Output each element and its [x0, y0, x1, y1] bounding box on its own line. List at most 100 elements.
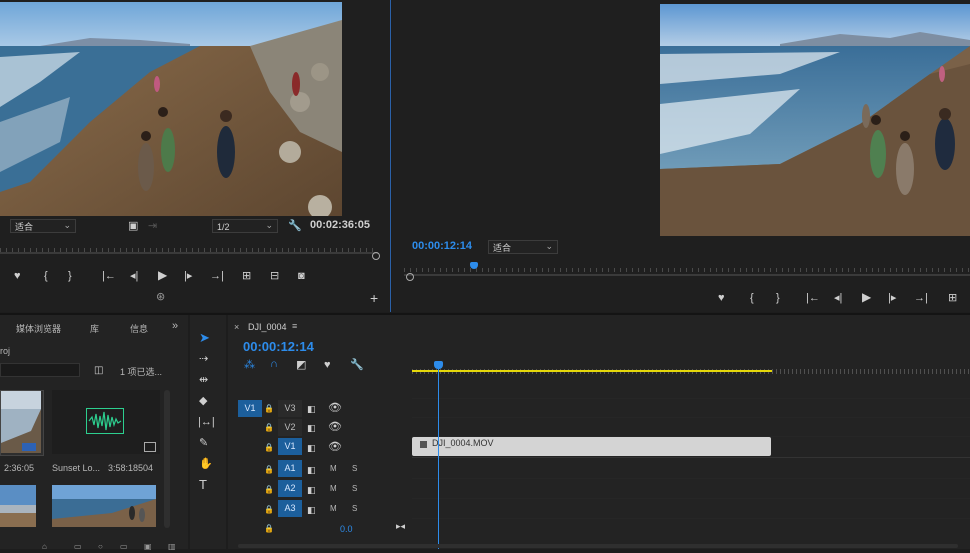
- program-fit-select[interactable]: 适合: [488, 239, 558, 254]
- new-bin-icon[interactable]: ▭: [74, 541, 82, 553]
- lock-icon[interactable]: 🔒: [264, 484, 274, 496]
- solo-button[interactable]: S: [352, 464, 357, 473]
- eye-icon[interactable]: 👁: [328, 441, 342, 453]
- sequence-tab[interactable]: DJI_0004: [248, 322, 287, 332]
- sync-lock-icon[interactable]: ◧: [307, 504, 316, 516]
- find-icon[interactable]: ◫: [94, 365, 103, 377]
- track-target-a2[interactable]: A2: [278, 480, 302, 497]
- new-item-icon[interactable]: ▣: [144, 541, 152, 553]
- mark-in-icon[interactable]: {: [44, 270, 48, 282]
- master-volume-value[interactable]: 0.0: [340, 524, 353, 534]
- lock-icon[interactable]: 🔒: [264, 422, 274, 434]
- program-step-forward-icon[interactable]: |▸: [888, 292, 896, 304]
- source-fit-select[interactable]: 适合: [10, 218, 76, 233]
- program-marker-icon[interactable]: ♥: [718, 292, 725, 304]
- project-item-name[interactable]: Sunset Lo...: [52, 463, 100, 473]
- work-area-bar[interactable]: [412, 370, 772, 372]
- search-input[interactable]: [0, 363, 80, 377]
- sync-lock-icon[interactable]: ◧: [307, 403, 316, 415]
- program-time-ruler[interactable]: [404, 262, 970, 274]
- program-mark-in-icon[interactable]: {: [750, 292, 754, 304]
- mute-button[interactable]: M: [330, 464, 337, 473]
- tab-info[interactable]: 信息: [130, 322, 148, 335]
- project-item-audio-thumb[interactable]: [52, 390, 160, 454]
- sync-lock-icon[interactable]: ◧: [307, 422, 316, 434]
- sequence-menu-icon[interactable]: ≡: [292, 321, 297, 331]
- folder-icon[interactable]: ▭: [120, 541, 128, 553]
- ripple-edit-tool-icon[interactable]: ⇹: [199, 374, 208, 386]
- sync-lock-icon[interactable]: ◧: [307, 464, 316, 476]
- linked-selection-icon[interactable]: ∩: [270, 358, 278, 370]
- project-thumbnail-3[interactable]: [0, 485, 36, 527]
- program-mark-out-icon[interactable]: }: [776, 292, 780, 304]
- step-back-icon[interactable]: ◂|: [130, 270, 138, 282]
- sync-lock-icon[interactable]: ◧: [307, 442, 316, 454]
- selection-tool-icon[interactable]: ➤: [199, 331, 210, 344]
- source-resolution-select[interactable]: 1/2: [212, 218, 278, 233]
- master-lock-icon[interactable]: 🔒: [264, 523, 274, 535]
- marker-icon[interactable]: ♥: [14, 270, 21, 282]
- track-select-tool-icon[interactable]: ⇢: [199, 353, 208, 365]
- mark-out-icon[interactable]: }: [68, 270, 72, 282]
- list-view-icon[interactable]: ⌂: [42, 541, 47, 553]
- snap-icon[interactable]: ⁂: [244, 359, 255, 371]
- lock-icon[interactable]: 🔒: [264, 442, 274, 454]
- timeline-marker-icon[interactable]: ♥: [324, 359, 331, 371]
- source-patch-v1[interactable]: V1: [238, 400, 262, 417]
- tab-media-browser[interactable]: 媒体浏览器: [16, 322, 61, 335]
- play-icon[interactable]: ▶: [158, 269, 167, 281]
- source-end-handle[interactable]: [372, 252, 380, 260]
- track-target-a1[interactable]: A1: [278, 460, 302, 477]
- solo-button[interactable]: S: [352, 484, 357, 493]
- overwrite-clip-icon[interactable]: ⊟: [270, 270, 279, 282]
- slip-tool-icon[interactable]: |↔|: [198, 416, 215, 428]
- more-tabs-icon[interactable]: »: [172, 320, 178, 332]
- pen-tool-icon[interactable]: ✎: [199, 437, 208, 449]
- add-button-icon[interactable]: +: [370, 291, 378, 305]
- timeline-playhead-handle[interactable]: [434, 361, 443, 369]
- program-play-icon[interactable]: ▶: [862, 291, 871, 303]
- program-start-handle[interactable]: [406, 273, 414, 281]
- insert-icon[interactable]: ⇥: [148, 220, 157, 232]
- program-go-to-out-icon[interactable]: →|: [914, 292, 928, 304]
- source-video-frame[interactable]: [0, 2, 342, 216]
- program-video-frame[interactable]: [660, 4, 970, 236]
- program-scrub-bar[interactable]: [404, 274, 970, 276]
- camera-icon[interactable]: ◙: [298, 270, 305, 282]
- razor-tool-icon[interactable]: ◆: [199, 395, 207, 407]
- program-lift-icon[interactable]: ⊞: [948, 292, 957, 304]
- mute-button[interactable]: M: [330, 484, 337, 493]
- program-step-back-icon[interactable]: ◂|: [834, 292, 842, 304]
- type-tool-icon[interactable]: T: [199, 478, 207, 491]
- vr-icon[interactable]: ⊛: [156, 291, 165, 303]
- project-scrollbar[interactable]: [164, 390, 170, 528]
- timeline-settings-icon[interactable]: 🔧: [350, 359, 364, 371]
- track-target-v1[interactable]: V1: [278, 438, 302, 455]
- lock-icon[interactable]: 🔒: [264, 504, 274, 516]
- go-to-in-icon[interactable]: |←: [102, 270, 116, 282]
- track-target-v3[interactable]: V3: [278, 400, 302, 417]
- timeline-playhead-line[interactable]: [438, 366, 439, 549]
- mute-button[interactable]: M: [330, 504, 337, 513]
- tab-libraries[interactable]: 库: [90, 322, 99, 335]
- hand-tool-icon[interactable]: ✋: [199, 458, 213, 470]
- go-to-out-icon[interactable]: →|: [210, 270, 224, 282]
- lock-icon[interactable]: 🔒: [264, 403, 274, 415]
- master-end-icon[interactable]: ▸◂: [396, 520, 405, 532]
- export-frame-icon[interactable]: ▣: [128, 220, 138, 232]
- track-target-a3[interactable]: A3: [278, 500, 302, 517]
- eye-icon[interactable]: 👁: [328, 402, 342, 414]
- sync-lock-icon[interactable]: ◧: [307, 484, 316, 496]
- track-target-v2[interactable]: V2: [278, 419, 302, 436]
- close-sequence-icon[interactable]: ×: [234, 322, 239, 332]
- trash-icon[interactable]: ▥: [168, 541, 176, 553]
- timeline-timecode[interactable]: 00:00:12:14: [243, 339, 314, 354]
- timeline-horizontal-scrollbar[interactable]: [238, 544, 958, 548]
- lock-icon[interactable]: 🔒: [264, 464, 274, 476]
- step-forward-icon[interactable]: |▸: [184, 270, 192, 282]
- wrench-icon[interactable]: 🔧: [288, 220, 302, 232]
- eye-icon[interactable]: 👁: [328, 421, 342, 433]
- video-clip[interactable]: DJI_0004.MOV: [412, 437, 771, 456]
- project-thumbnail-4[interactable]: [52, 485, 156, 527]
- source-scrub-bar[interactable]: [0, 252, 378, 254]
